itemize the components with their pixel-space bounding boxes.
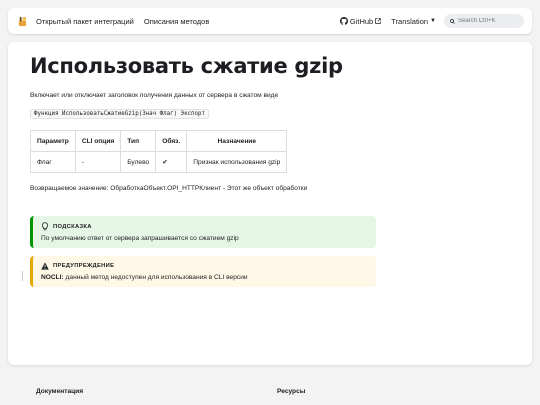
nav-link-methods[interactable]: Описания методов [144, 17, 209, 26]
return-value: Возвращаемое значение: ОбработкаОбъект.O… [30, 185, 308, 192]
footer-resources-heading: Ресурсы [277, 388, 306, 395]
header-type: Тип [120, 130, 157, 152]
search-icon [450, 18, 455, 24]
search-input[interactable] [458, 18, 518, 24]
translation-label: Translation [391, 16, 429, 26]
header-cli-option: CLI опция [74, 130, 122, 152]
cell-parameter: Флаг [30, 151, 76, 173]
cell-required: ✔ [155, 151, 188, 173]
warning-heading: ПРЕДУПРЕЖДЕНИЕ [41, 262, 368, 270]
header-required: Обяз. [155, 130, 188, 152]
footer-docs-heading: Документация [36, 388, 84, 395]
warning-icon [41, 262, 49, 270]
cell-cli-option: - [74, 151, 122, 173]
footer: Документация Ресурсы [0, 372, 540, 405]
github-icon [339, 17, 348, 25]
search-box[interactable] [444, 14, 524, 28]
header-purpose: Назначение [186, 130, 288, 152]
warning-body: NOCLI: данный метод недоступен для испол… [41, 274, 368, 281]
tip-admonition: ПОДСКАЗКА По умолчанию ответ от сервера … [30, 216, 376, 248]
warning-strong: NOCLI: [41, 274, 64, 281]
method-description: Включает или отключает заголовок получен… [30, 92, 279, 99]
table-row: Флаг - Булево ✔ Признак использования gz… [30, 151, 288, 173]
github-label: GitHub [349, 16, 374, 26]
tip-heading-label: ПОДСКАЗКА [53, 223, 92, 230]
github-link[interactable]: GitHub [339, 16, 383, 26]
lightbulb-icon [41, 222, 49, 231]
nav-link-integrations[interactable]: Открытый пакет интеграций [36, 17, 134, 26]
header-parameter: Параметр [30, 130, 76, 152]
warning-heading-label: ПРЕДУПРЕЖДЕНИЕ [53, 263, 115, 269]
caret-down-icon: ▼ [430, 18, 436, 24]
external-link-icon [375, 18, 381, 24]
navbar: Открытый пакет интеграций Описания метод… [8, 8, 532, 34]
function-signature: Функция ИспользоватьСжатиеGzip(Знач Флаг… [30, 109, 210, 119]
tip-body: По умолчанию ответ от сервера запрашивае… [41, 235, 239, 242]
logo-icon[interactable] [16, 15, 28, 27]
parameters-table: Параметр CLI опция Тип Обяз. Назначение … [30, 130, 288, 173]
translation-dropdown[interactable]: Translation ▼ [391, 17, 436, 26]
content-card: Использовать сжатие gzip Включает или от… [8, 42, 532, 365]
table-header-row: Параметр CLI опция Тип Обяз. Назначение [30, 130, 288, 152]
tip-heading: ПОДСКАЗКА [41, 222, 368, 231]
cell-purpose: Признак использования gzip [186, 151, 288, 173]
cell-type: Булево [120, 151, 157, 173]
page-title: Использовать сжатие gzip [30, 54, 343, 78]
warning-admonition: ПРЕДУПРЕЖДЕНИЕ NOCLI: данный метод недос… [30, 256, 376, 287]
text-caret [22, 271, 23, 281]
warning-text: данный метод недоступен для использовани… [63, 274, 248, 281]
